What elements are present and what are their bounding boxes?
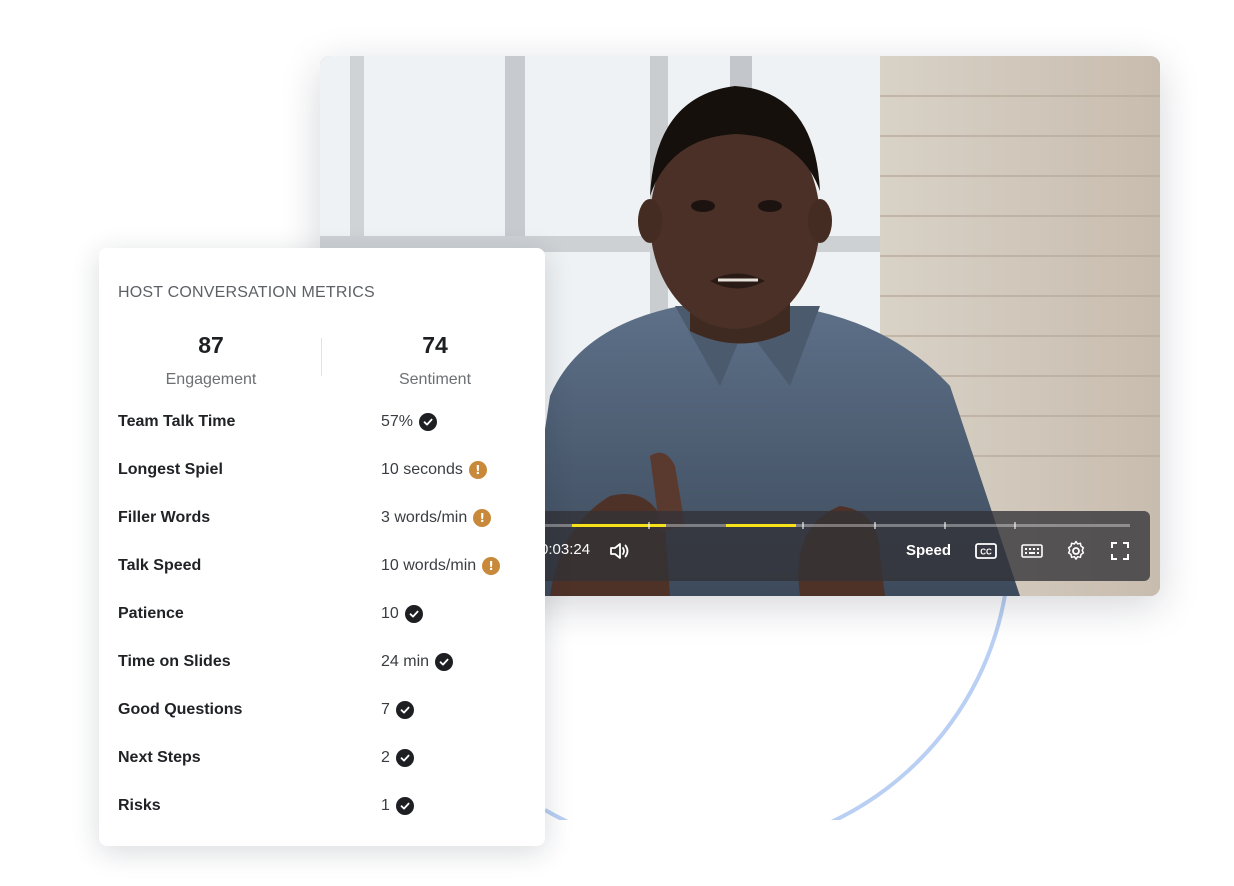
metric-row: Risks 1 (118, 797, 538, 821)
progress-tick (802, 522, 804, 529)
metric-row: Longest Spiel 10 seconds! (118, 461, 538, 485)
metric-value-group: 24 min (381, 653, 454, 671)
warning-icon: ! (468, 461, 487, 479)
metric-row: Good Questions 7 (118, 701, 538, 725)
metric-row: Time on Slides 24 min (118, 653, 538, 677)
metric-name: Longest Spiel (118, 461, 223, 478)
progress-tick (874, 522, 876, 529)
check-icon (395, 701, 414, 719)
metric-row: Filler Words 3 words/min! (118, 509, 538, 533)
metric-value: 1 (381, 797, 390, 814)
metric-name: Team Talk Time (118, 413, 236, 430)
score-divider (321, 338, 322, 376)
volume-icon[interactable] (608, 539, 632, 563)
progress-tick (944, 522, 946, 529)
current-time: 0:03:24 (540, 541, 591, 558)
check-icon (395, 749, 414, 767)
progress-tick (648, 522, 650, 529)
score-value: 87 (198, 332, 224, 358)
score-label: Sentiment (398, 371, 472, 388)
score-value: 74 (422, 332, 448, 358)
sentiment-score: 74 Sentiment (335, 332, 535, 389)
warning-icon: ! (482, 557, 501, 575)
highlight-segment[interactable] (726, 524, 796, 527)
metric-name: Patience (118, 605, 184, 622)
score-label: Engagement (165, 371, 257, 388)
metric-value-group: 10 (381, 605, 423, 623)
metric-value: 2 (381, 749, 390, 766)
metric-name: Risks (118, 797, 161, 814)
metric-value: 10 seconds (381, 461, 463, 478)
card-title: HOST CONVERSATION METRICS (118, 284, 375, 301)
settings-icon[interactable] (1064, 539, 1088, 563)
metric-row: Talk Speed 10 words/min! (118, 557, 538, 581)
metric-value-group: 57% (381, 413, 438, 431)
engagement-score: 87 Engagement (111, 332, 311, 389)
metric-value: 24 min (381, 653, 430, 670)
check-icon (419, 413, 438, 431)
warning-icon: ! (473, 509, 492, 527)
progress-tick (1014, 522, 1016, 529)
metric-name: Filler Words (118, 509, 211, 526)
keyboard-icon[interactable] (1020, 539, 1044, 563)
closed-captions-icon[interactable]: CC (974, 539, 998, 563)
metric-value-group: 2 (381, 749, 414, 767)
check-icon (395, 797, 414, 815)
player-controls: 0:03:24 Speed CC (520, 511, 1150, 581)
metric-row: Patience 10 (118, 605, 538, 629)
progress-track[interactable] (544, 522, 1130, 529)
svg-text:CC: CC (980, 548, 992, 557)
metric-name: Time on Slides (118, 653, 231, 670)
fullscreen-icon[interactable] (1108, 539, 1132, 563)
speed-button[interactable]: Speed (906, 542, 951, 559)
metric-value: 10 (381, 605, 399, 622)
highlight-segment[interactable] (572, 524, 666, 527)
check-icon (435, 653, 454, 671)
metric-name: Next Steps (118, 749, 201, 766)
metric-value: 7 (381, 701, 390, 718)
metric-value-group: 10 words/min! (381, 557, 501, 575)
metric-value-group: 3 words/min! (381, 509, 492, 527)
host-conversation-metrics-card: HOST CONVERSATION METRICS 87 Engagement … (99, 248, 545, 846)
metric-value-group: 10 seconds! (381, 461, 487, 479)
metric-name: Good Questions (118, 701, 243, 718)
metric-name: Talk Speed (118, 557, 202, 574)
metric-row: Next Steps 2 (118, 749, 538, 773)
metric-row: Team Talk Time 57% (118, 413, 538, 437)
metric-value-group: 7 (381, 701, 414, 719)
metric-value: 10 words/min (381, 557, 477, 574)
check-icon (404, 605, 423, 623)
metric-value: 57% (381, 413, 414, 430)
metric-value-group: 1 (381, 797, 414, 815)
metric-value: 3 words/min (381, 509, 468, 526)
